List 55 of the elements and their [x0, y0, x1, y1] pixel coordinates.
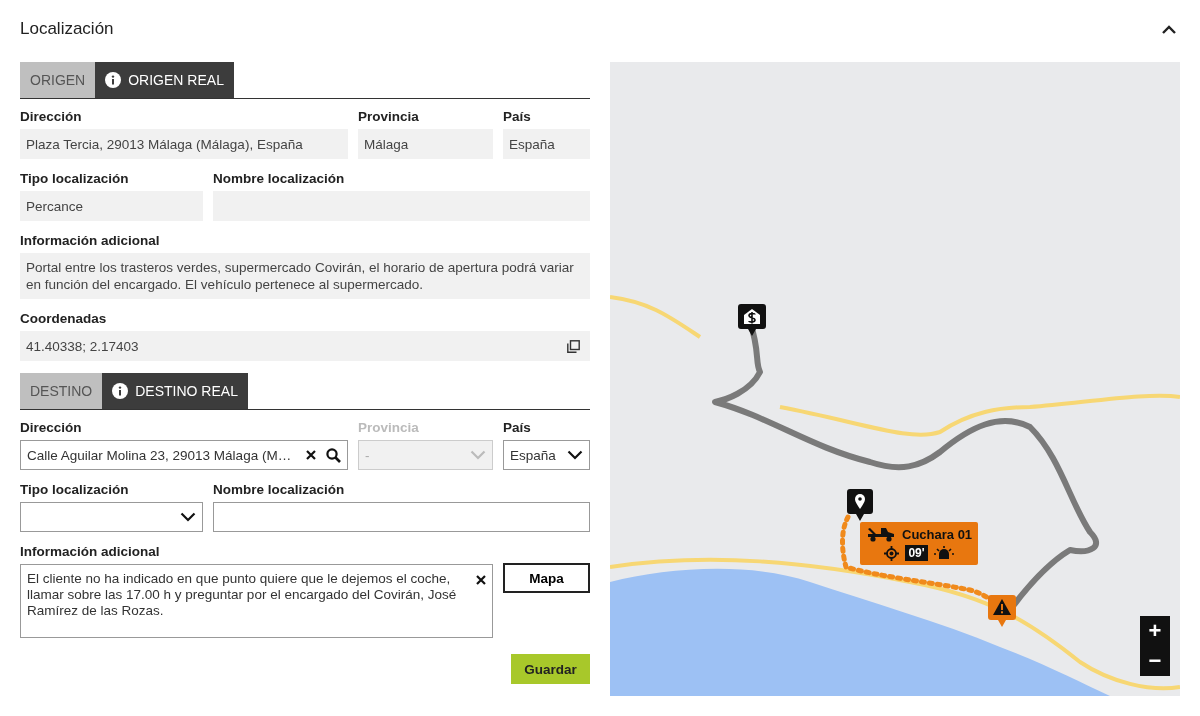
chevron-down-icon — [180, 512, 196, 522]
clear-icon[interactable] — [306, 450, 316, 460]
select-field[interactable] — [20, 502, 203, 532]
tab[interactable]: ORIGEN REAL — [95, 62, 234, 98]
tow-truck-icon — [866, 526, 896, 542]
field-label: Dirección — [20, 420, 83, 435]
field-label: País — [503, 109, 532, 124]
field-label: Dirección — [20, 109, 83, 124]
search-icon[interactable] — [326, 447, 341, 463]
clear-icon[interactable] — [476, 575, 486, 585]
readonly-field: Portal entre los trasteros verdes, supermercado Covirán, el horario de apertura podrá variar en función del encargado. El vehículo pertenece al supermercado. — [20, 253, 590, 299]
field-value: 41.40338; 2.17403 — [26, 337, 139, 355]
chevron-down-icon — [470, 450, 486, 460]
copy-icon[interactable] — [567, 339, 580, 353]
text-field[interactable] — [213, 502, 590, 532]
tab[interactable]: DESTINO — [20, 373, 103, 409]
vehicle-popup[interactable]: Cuchara 01 09' — [860, 522, 979, 565]
field-label: Información adicional — [20, 233, 161, 248]
field-label: Nombre localización — [213, 171, 346, 186]
location-marker-icon[interactable] — [847, 489, 873, 521]
field-value: Calle Aguilar Molina 23, 29013 Málaga (M… — [27, 447, 293, 463]
tab[interactable]: ORIGEN — [20, 62, 96, 98]
chevron-icon — [1162, 24, 1176, 34]
address-search-field[interactable]: Calle Aguilar Molina 23, 29013 Málaga (M… — [20, 440, 348, 470]
crosshair-icon — [884, 545, 900, 561]
siren-icon — [933, 546, 954, 560]
dollar-marker-icon[interactable] — [738, 304, 766, 336]
field-value: España — [510, 447, 557, 463]
chevron-down-icon — [567, 450, 583, 460]
warning-marker-icon[interactable] — [988, 595, 1016, 627]
field-value: El cliente no ha indicado en que punto quiere que le dejemos el coche, llamar sobre las 17.00 h y preguntar por el encargado del Covirán, José Ramírez de las Rozas. — [27, 571, 458, 619]
field-label: Nombre localización — [213, 482, 346, 497]
eta-badge: 09' — [905, 545, 928, 561]
info-icon — [112, 383, 129, 399]
info-icon — [105, 72, 122, 88]
readonly-field: Percance — [20, 191, 203, 221]
readonly-field: Málaga — [358, 129, 493, 159]
field-label: Tipo localización — [20, 482, 130, 497]
field-value: - — [365, 447, 371, 463]
save-button[interactable]: Guardar — [511, 654, 590, 684]
textarea-field[interactable]: El cliente no ha indicado en que punto quiere que le dejemos el coche, llamar sobre las 17.00 h y preguntar por el encargado del Covirán, José Ramírez de las Rozas. — [20, 564, 493, 638]
readonly-field: Plaza Tercia, 29013 Málaga (Málaga), España — [20, 129, 348, 159]
section-title: Localización — [20, 19, 114, 39]
select-field[interactable]: España — [503, 440, 590, 470]
vehicle-name: Cuchara 01 — [902, 526, 973, 542]
field-label: Tipo localización — [20, 171, 130, 186]
field-label: Coordenadas — [20, 311, 108, 326]
field-label: Provincia — [358, 420, 420, 435]
readonly-field: España — [503, 129, 590, 159]
map-button[interactable]: Mapa — [503, 563, 590, 593]
tab[interactable]: DESTINO REAL — [102, 373, 248, 409]
map-placeholder[interactable]: Cuchara 01 09' + − — [610, 62, 1180, 696]
field-label: Provincia — [358, 109, 420, 124]
field-label: Información adicional — [20, 544, 161, 559]
field-label: País — [503, 420, 532, 435]
